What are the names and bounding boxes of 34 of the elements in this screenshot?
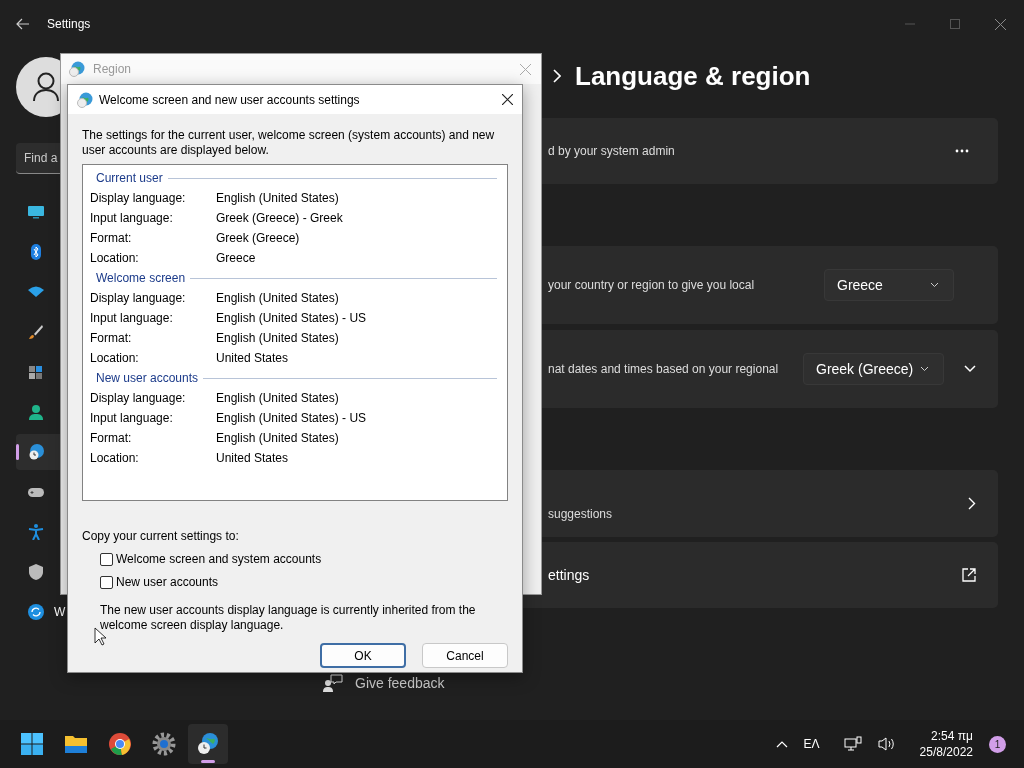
card-text: nat dates and times based on your regional [548, 362, 779, 376]
row-label: Display language: [90, 291, 187, 305]
page-title: Language & region [575, 60, 811, 92]
row-value: United States [216, 451, 289, 465]
group-title: Welcome screen [96, 271, 186, 285]
row-value: English (United States) [216, 431, 339, 445]
row-label: Location: [90, 351, 140, 365]
row-value: English (United States) - US [216, 411, 367, 425]
group-title: New user accounts [96, 371, 199, 385]
sidebar-label: W [54, 605, 66, 619]
row-label: Location: [90, 451, 140, 465]
row-value: Greece [216, 251, 256, 265]
card-text: ettings [548, 567, 590, 583]
window-title: Settings [47, 17, 91, 31]
group-title: Current user [96, 171, 163, 185]
window-title: Region [93, 62, 132, 76]
card-text: your country or region to give you local [548, 278, 755, 292]
row-label: Display language: [90, 191, 187, 205]
row-label: Format: [90, 431, 133, 445]
row-label: Display language: [90, 391, 187, 405]
dialog-title: Welcome screen and new user accounts settings [99, 92, 360, 107]
card-text: suggestions [548, 506, 613, 521]
row-label: Format: [90, 231, 133, 245]
row-label: Input language: [90, 211, 174, 225]
row-value: Greek (Greece) [216, 231, 300, 245]
copy-label: Copy your current settings to: [82, 529, 240, 543]
row-label: Location: [90, 251, 140, 265]
row-label: Input language: [90, 311, 174, 325]
row-label: Input language: [90, 411, 174, 425]
card-text: d by your system admin [548, 144, 675, 158]
row-value: English (United States) [216, 191, 339, 205]
row-value: United States [216, 351, 289, 365]
row-value: Greek (Greece) - Greek [216, 211, 343, 225]
row-label: Format: [90, 331, 133, 345]
